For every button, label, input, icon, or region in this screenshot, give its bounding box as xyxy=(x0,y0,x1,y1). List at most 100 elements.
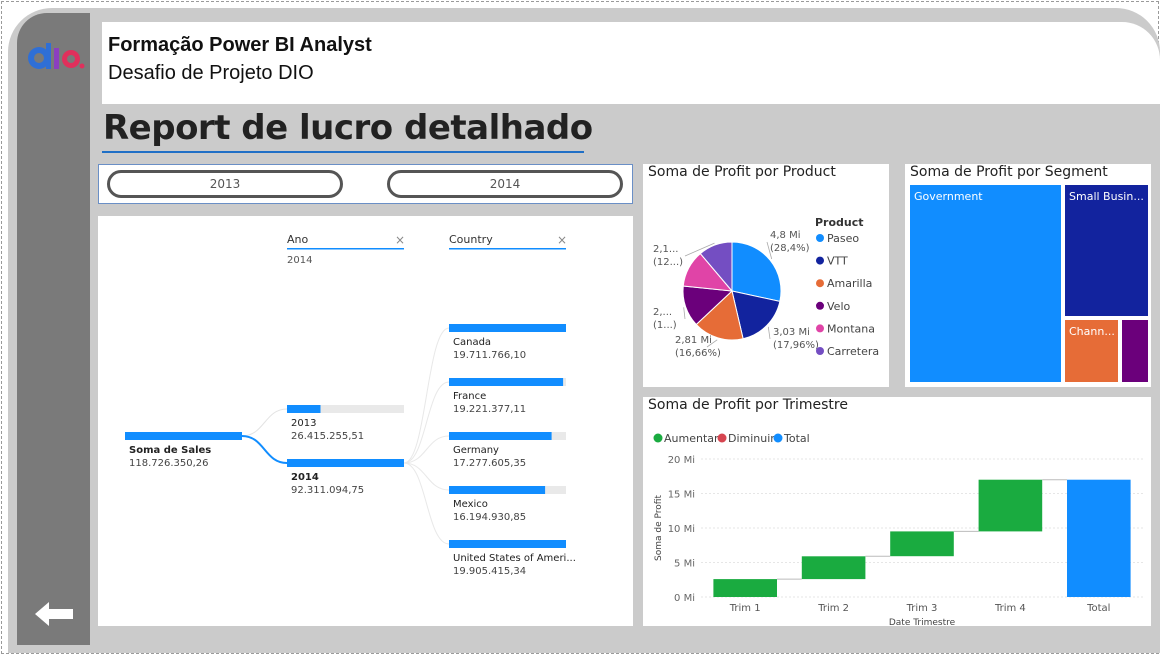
waterfall-x-tick: Trim 4 xyxy=(994,603,1026,614)
waterfall-x-tick: Trim 3 xyxy=(906,603,938,614)
year-slicer: 2013 2014 xyxy=(98,164,633,204)
level-header-ano-underline xyxy=(287,248,404,250)
pie-legend-item[interactable]: Amarilla xyxy=(827,277,872,290)
pie-data-label: 3,03 Mi xyxy=(773,327,810,338)
country-node-united-states[interactable]: United States of Ameri... 19.905.415,34 xyxy=(449,540,576,577)
country-node-germany[interactable]: Germany 17.277.605,35 xyxy=(449,432,566,469)
pie-data-label: 2,1... xyxy=(653,244,678,255)
waterfall-y-tick: 0 Mi xyxy=(674,593,695,604)
country-node-france[interactable]: France 19.221.377,11 xyxy=(449,378,566,415)
treemap-label-channel-partners: Chann... xyxy=(1069,325,1115,338)
pie-legend-title: Product xyxy=(815,216,864,229)
country-bar xyxy=(449,540,566,548)
year-bar xyxy=(287,459,404,467)
pie-data-label: 2,... xyxy=(653,307,672,318)
treemap-area: Government Small Busin... Chann... xyxy=(910,185,1148,382)
connector-line xyxy=(403,327,450,464)
waterfall-y-tick: 20 Mi xyxy=(668,455,695,466)
pie-data-label-pct: (1...) xyxy=(653,320,677,331)
country-bar xyxy=(449,324,566,332)
country-label: France xyxy=(453,391,486,402)
slicer-option-2014[interactable]: 2014 xyxy=(387,170,623,198)
year-label: 2014 xyxy=(291,472,319,483)
treemap-label-small-business: Small Busin... xyxy=(1069,190,1144,203)
country-value: 16.194.930,85 xyxy=(453,512,526,523)
decomposition-tree-svg: Ano × 2014 Country × Soma de Sales 118.7… xyxy=(125,233,576,577)
waterfall-bar-total[interactable] xyxy=(1067,479,1131,597)
waterfall-legend-item[interactable]: Total xyxy=(783,432,810,445)
pie-data-label-pct: (28,4%) xyxy=(770,243,810,254)
pie-legend-item[interactable]: Carretera xyxy=(827,345,879,358)
profit-by-product-pie-panel: Soma de Profit por Product 4,8 Mi (28,4%)… xyxy=(643,164,889,387)
year-node-2014[interactable]: 2014 92.311.094,75 xyxy=(287,459,404,496)
treemap-label-government: Government xyxy=(914,190,983,203)
waterfall-x-axis-label: Date Trimestre xyxy=(889,618,956,626)
waterfall-legend-marker xyxy=(653,433,663,443)
treemap-tile-channel-partners[interactable]: Chann... xyxy=(1065,320,1120,382)
pie-legend-marker xyxy=(816,279,824,288)
country-value: 19.711.766,10 xyxy=(453,350,526,361)
year-node-2013[interactable]: 2013 26.415.255,51 xyxy=(287,405,404,442)
pie-legend-marker xyxy=(816,256,824,265)
pie-data-label-pct: (16,66%) xyxy=(675,348,721,359)
waterfall-legend-item[interactable]: Aumentar xyxy=(664,432,719,445)
waterfall-bar-trim-2[interactable] xyxy=(801,556,866,580)
waterfall-bar-trim-4[interactable] xyxy=(978,479,1043,532)
waterfall-legend-marker xyxy=(773,433,783,443)
country-label: United States of Ameri... xyxy=(453,553,576,564)
pie-chart-title: Soma de Profit por Product xyxy=(648,164,836,180)
treemap-tile-government[interactable]: Government xyxy=(910,185,1063,382)
waterfall-x-tick: Trim 2 xyxy=(817,603,849,614)
country-label: Canada xyxy=(453,337,491,348)
treemap-chart-title: Soma de Profit por Segment xyxy=(910,164,1108,180)
country-node-mexico[interactable]: Mexico 16.194.930,85 xyxy=(449,486,566,523)
page-frame: Formação Power BI Analyst Desafio de Pro… xyxy=(1,1,1160,654)
back-arrow-icon[interactable] xyxy=(33,599,75,629)
waterfall-legend-item[interactable]: Diminuir xyxy=(728,432,775,445)
level-filter-ano: 2014 xyxy=(287,255,312,266)
root-value: 118.726.350,26 xyxy=(129,458,209,469)
connector-line xyxy=(241,408,288,437)
pie-legend-marker xyxy=(816,301,824,310)
pie-legend-item[interactable]: Paseo xyxy=(827,232,859,245)
waterfall-x-tick: Trim 1 xyxy=(729,603,761,614)
pie-legend-marker xyxy=(816,347,824,355)
root-label: Soma de Sales xyxy=(129,445,211,456)
waterfall-bar-trim-1[interactable] xyxy=(713,579,777,597)
country-bar xyxy=(449,432,552,440)
root-bar[interactable] xyxy=(125,432,242,440)
profit-by-segment-treemap-panel: Soma de Profit por Segment Government Sm… xyxy=(905,164,1151,387)
pie-data-label-pct: (12...) xyxy=(653,257,683,268)
level-header-country: Country xyxy=(449,233,493,246)
pie-legend-marker xyxy=(816,324,824,333)
waterfall-legend-marker xyxy=(717,433,727,443)
year-value: 26.415.255,51 xyxy=(291,431,364,442)
country-node-canada[interactable]: Canada 19.711.766,10 xyxy=(449,324,566,361)
pie-data-label: 2,81 Mi xyxy=(675,335,712,346)
pie-legend-item[interactable]: VTT xyxy=(827,255,848,268)
level-header-ano: Ano xyxy=(287,233,308,246)
waterfall-y-tick: 10 Mi xyxy=(668,524,695,535)
remove-level-country-icon[interactable]: × xyxy=(557,233,567,247)
country-label: Mexico xyxy=(453,499,488,510)
pie-leader-line xyxy=(767,326,771,340)
pie-legend-item[interactable]: Montana xyxy=(827,322,875,335)
pie-legend-item[interactable]: Velo xyxy=(827,300,850,313)
decomposition-tree: Ano × 2014 Country × Soma de Sales 118.7… xyxy=(98,216,633,626)
waterfall-bar-trim-3[interactable] xyxy=(890,531,954,557)
header-title: Formação Power BI Analyst xyxy=(108,34,372,56)
connector-line xyxy=(403,462,450,545)
profit-by-quarter-waterfall-panel: Soma de Profit por Trimestre Aumentar Dim… xyxy=(643,397,1151,628)
slicer-option-2013[interactable]: 2013 xyxy=(107,170,343,198)
sidebar xyxy=(17,13,90,645)
dio-logo-icon xyxy=(28,43,85,69)
country-value: 19.221.377,11 xyxy=(453,404,526,415)
waterfall-y-axis-label: Soma de Profit xyxy=(654,495,664,561)
waterfall-chart-svg: Aumentar Diminuir Total 0 Mi 5 Mi 10 Mi 15 Mi 2… xyxy=(653,432,1143,628)
treemap-tile-small-business[interactable]: Small Busin... xyxy=(1065,185,1148,318)
waterfall-x-tick: Total xyxy=(1086,603,1110,614)
treemap-tile-midmarket[interactable] xyxy=(1122,320,1148,382)
waterfall-y-tick: 5 Mi xyxy=(674,559,695,570)
pie-chart-svg: 4,8 Mi (28,4%) 3,03 Mi (17,96%) 2,81 Mi (16,6… xyxy=(653,216,879,359)
remove-level-ano-icon[interactable]: × xyxy=(395,233,405,247)
